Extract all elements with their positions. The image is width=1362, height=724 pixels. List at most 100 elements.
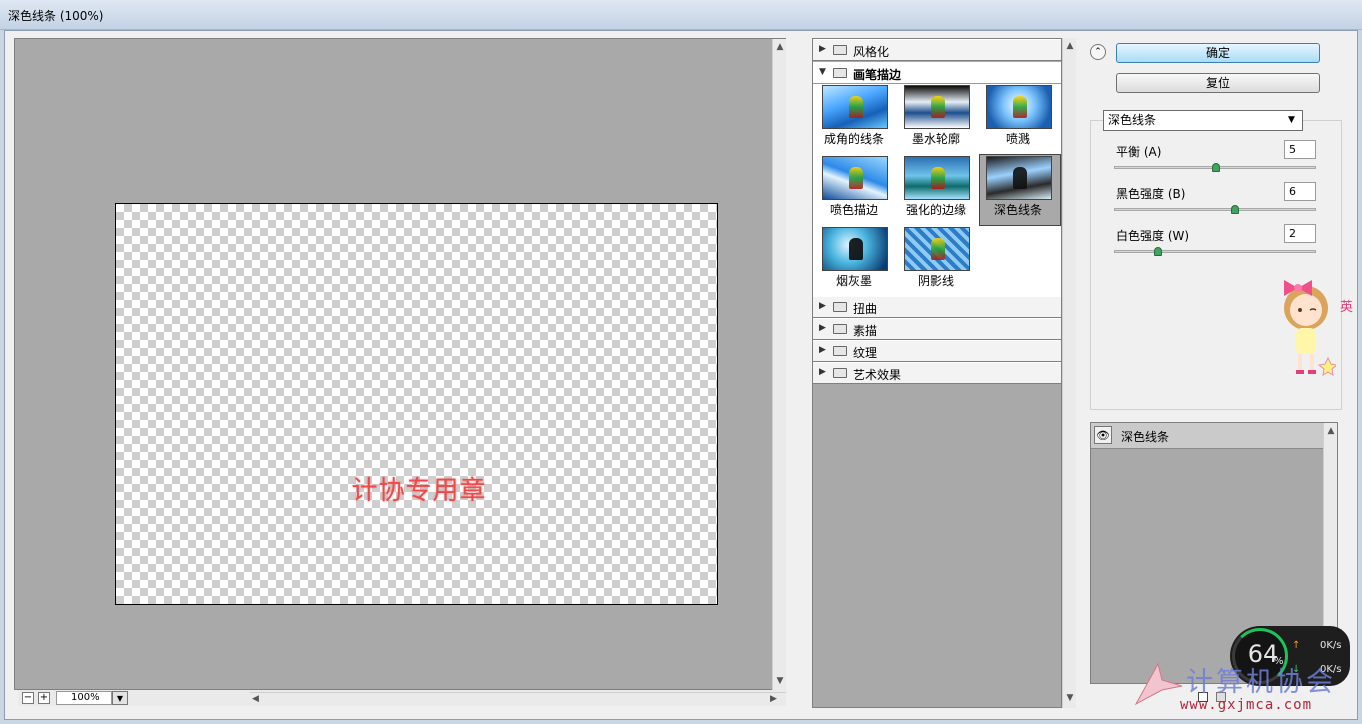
thumbnail-label: 烟灰墨 [835, 274, 872, 288]
slider-thumb[interactable] [1154, 247, 1162, 256]
zoom-bar: − + 100% ▼ ◀ ▶ [18, 690, 786, 706]
scroll-up-arrow-icon[interactable]: ▲ [774, 41, 786, 53]
filter-gallery: ▶ 风格化 ▼ 画笔描边 成角的线条 墨水轮廓 喷溅 喷色描边 强化的边缘 深色… [812, 38, 1062, 708]
folder-icon [833, 324, 847, 334]
param-black-intensity-input[interactable]: 6 [1284, 182, 1316, 201]
thumbnail-label: 成角的线条 [823, 132, 884, 146]
eye-visibility-icon[interactable]: 👁 [1094, 426, 1112, 444]
thumbnail-image [986, 156, 1052, 200]
thumbnail-label: 喷溅 [1005, 132, 1030, 146]
figure-icon [931, 96, 945, 118]
dropdown-arrow-icon[interactable]: ▼ [1288, 115, 1295, 125]
mascot-text: 英 [1340, 300, 1354, 315]
thumbnail-spatter[interactable]: 喷溅 [977, 84, 1059, 148]
param-black-intensity-label: 黑色强度 (B) [1116, 187, 1186, 201]
thumbnail-label: 喷色描边 [829, 203, 878, 217]
category-brush-strokes[interactable]: ▼ 画笔描边 [813, 62, 1061, 84]
title-bar[interactable]: 深色线条 (100%) [0, 0, 1362, 30]
expand-arrow-icon[interactable]: ▶ [819, 44, 826, 54]
thumbnail-image [904, 85, 970, 129]
upload-arrow-icon: ↑ [1292, 640, 1301, 651]
thumbnail-ink-outlines[interactable]: 墨水轮廓 [895, 84, 977, 148]
expand-arrow-icon[interactable]: ▶ [819, 345, 826, 355]
category-label: 扭曲 [853, 302, 878, 316]
param-white-intensity-input[interactable]: 2 [1284, 224, 1316, 243]
expand-arrow-icon[interactable]: ▶ [819, 301, 826, 311]
thumbnail-label: 阴影线 [917, 274, 954, 288]
thumbnail-label: 强化的边缘 [905, 203, 966, 217]
canvas-stamp-text: 计协专用章 [351, 476, 487, 506]
thumbnail-image [904, 227, 970, 271]
category-distort[interactable]: ▶ 扭曲 [813, 296, 1061, 318]
ok-button[interactable]: 确定 [1116, 43, 1320, 63]
scroll-right-arrow-icon[interactable]: ▶ [770, 693, 777, 705]
folder-icon [833, 368, 847, 378]
param-balance-label: 平衡 (A) [1116, 145, 1162, 159]
thumbnail-sumi-e[interactable]: 烟灰墨 [813, 226, 895, 290]
reset-button[interactable]: 复位 [1116, 73, 1320, 93]
folder-icon [833, 45, 847, 55]
figure-icon [849, 167, 863, 189]
param-white-intensity-label: 白色强度 (W) [1116, 229, 1190, 243]
category-artistic[interactable]: ▶ 艺术效果 [813, 362, 1061, 384]
zoom-level-field[interactable]: 100% [56, 691, 112, 705]
expand-arrow-icon[interactable]: ▶ [819, 367, 826, 377]
brush-strokes-thumbnails: 成角的线条 墨水轮廓 喷溅 喷色描边 强化的边缘 深色线条 烟灰墨 阴影线 [813, 84, 1061, 296]
category-stylize[interactable]: ▶ 风格化 [813, 39, 1061, 61]
zoom-out-button[interactable]: − [22, 692, 34, 704]
param-black-intensity-slider[interactable] [1114, 205, 1316, 214]
collapse-arrow-icon[interactable]: ▼ [819, 67, 826, 77]
figure-icon [1013, 96, 1027, 118]
thumbnail-image [904, 156, 970, 200]
expand-arrow-icon[interactable]: ▶ [819, 323, 826, 333]
thumbnail-dark-strokes[interactable]: 深色线条 [977, 155, 1059, 219]
watermark-logo-icon [1134, 662, 1183, 706]
scroll-left-arrow-icon[interactable]: ◀ [252, 693, 259, 705]
thumbnail-crosshatch[interactable]: 阴影线 [895, 226, 977, 290]
figure-icon [849, 96, 863, 118]
category-label: 素描 [853, 324, 878, 338]
double-chevron-up-icon: ⌃ [1094, 47, 1102, 57]
thumbnail-accented-edges[interactable]: 强化的边缘 [895, 155, 977, 219]
canvas-transparent[interactable]: 计协专用章 [115, 203, 718, 605]
mascot-sticker-icon [1284, 280, 1336, 376]
preview-vertical-scrollbar[interactable]: ▲ ▼ [772, 39, 786, 690]
thumbnail-angled-strokes[interactable]: 成角的线条 [813, 84, 895, 148]
thumbnail-image [822, 85, 888, 129]
slider-thumb[interactable] [1212, 163, 1220, 172]
category-label: 画笔描边 [853, 68, 902, 82]
folder-open-icon [833, 68, 847, 78]
param-balance-slider[interactable] [1114, 163, 1316, 172]
thumbnail-label: 墨水轮廓 [911, 132, 960, 146]
preview-pane[interactable]: 计协专用章 ▲ ▼ [14, 38, 786, 690]
figure-icon [1013, 167, 1027, 189]
gallery-vertical-scrollbar[interactable]: ▲ ▼ [1062, 38, 1076, 708]
category-label: 艺术效果 [853, 368, 902, 382]
category-sketch[interactable]: ▶ 素描 [813, 318, 1061, 340]
zoom-in-button[interactable]: + [38, 692, 50, 704]
slider-thumb[interactable] [1231, 205, 1239, 214]
scroll-down-arrow-icon[interactable]: ▼ [1064, 692, 1076, 704]
folder-icon [833, 302, 847, 312]
effect-layer-row[interactable]: 👁 深色线条 [1091, 423, 1323, 449]
param-balance-input[interactable]: 5 [1284, 140, 1316, 159]
filter-select[interactable]: 深色线条 [1103, 110, 1303, 131]
scroll-down-arrow-icon[interactable]: ▼ [774, 675, 786, 687]
thumbnail-label: 深色线条 [993, 203, 1042, 217]
scroll-up-arrow-icon[interactable]: ▲ [1064, 40, 1076, 52]
effect-layer-label: 深色线条 [1121, 430, 1170, 444]
category-label: 纹理 [853, 346, 878, 360]
watermark-url: www.gxjmca.com [1180, 697, 1313, 713]
figure-icon [849, 238, 863, 260]
param-white-intensity-slider[interactable] [1114, 247, 1316, 256]
preview-horizontal-scrollbar[interactable]: ◀ ▶ [250, 692, 786, 704]
thumbnail-image [822, 156, 888, 200]
category-texture[interactable]: ▶ 纹理 [813, 340, 1061, 362]
upload-rate: 0K/s [1320, 640, 1342, 651]
thumbnail-image [822, 227, 888, 271]
scroll-up-arrow-icon[interactable]: ▲ [1325, 425, 1337, 437]
zoom-dropdown-arrow-icon[interactable]: ▼ [112, 691, 128, 705]
thumbnail-sprayed-strokes[interactable]: 喷色描边 [813, 155, 895, 219]
figure-icon [931, 238, 945, 260]
collapse-gallery-button[interactable]: ⌃ [1090, 44, 1106, 60]
